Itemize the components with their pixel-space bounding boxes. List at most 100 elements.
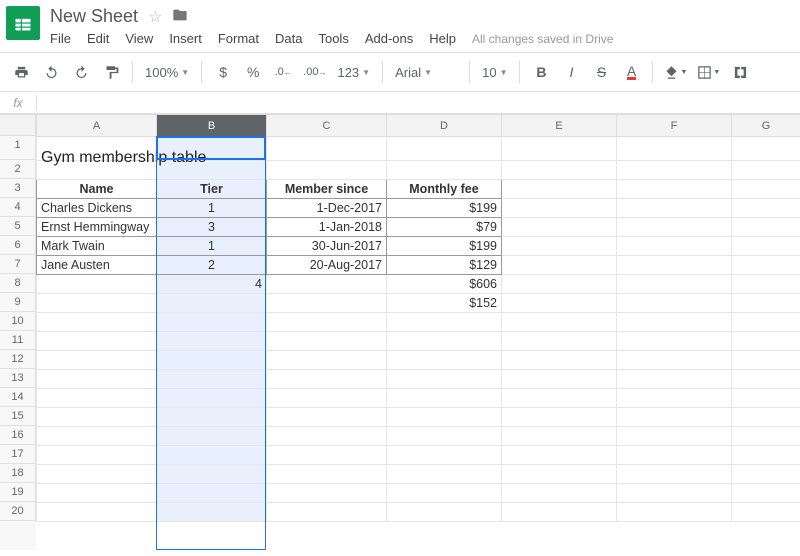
cell[interactable]	[157, 332, 267, 351]
cell[interactable]	[267, 332, 387, 351]
cell[interactable]	[267, 446, 387, 465]
cell[interactable]: $129	[387, 256, 502, 275]
cell[interactable]	[387, 332, 502, 351]
cell[interactable]: Charles Dickens	[37, 199, 157, 218]
row-header[interactable]: 3	[0, 179, 36, 198]
cell[interactable]	[502, 161, 617, 180]
row-header[interactable]: 15	[0, 407, 36, 426]
menu-insert[interactable]: Insert	[169, 31, 202, 46]
cell[interactable]	[502, 275, 617, 294]
print-icon[interactable]	[8, 58, 34, 86]
cell[interactable]	[387, 427, 502, 446]
cell[interactable]	[37, 389, 157, 408]
cell[interactable]	[732, 332, 800, 351]
cell[interactable]	[387, 503, 502, 522]
fill-color-button[interactable]: ▼	[661, 58, 690, 86]
row-header[interactable]: 16	[0, 426, 36, 445]
cell[interactable]: Mark Twain	[37, 237, 157, 256]
cell[interactable]	[732, 313, 800, 332]
row-header[interactable]: 19	[0, 483, 36, 502]
merge-button[interactable]	[727, 58, 753, 86]
fontsize-dropdown[interactable]: 10▼	[478, 65, 511, 80]
cell[interactable]	[617, 199, 732, 218]
cell[interactable]	[732, 161, 800, 180]
percent-button[interactable]: %	[240, 58, 266, 86]
cell[interactable]	[617, 446, 732, 465]
cell[interactable]: 2	[157, 256, 267, 275]
row-header[interactable]: 1	[0, 136, 36, 160]
cell[interactable]	[157, 484, 267, 503]
cell[interactable]	[502, 408, 617, 427]
cell[interactable]	[387, 351, 502, 370]
paint-format-icon[interactable]	[98, 58, 124, 86]
cell[interactable]	[732, 275, 800, 294]
cell[interactable]: Name	[37, 180, 157, 199]
col-header-e[interactable]: E	[502, 115, 617, 137]
menu-format[interactable]: Format	[218, 31, 259, 46]
row-header[interactable]: 18	[0, 464, 36, 483]
cell[interactable]	[37, 275, 157, 294]
cell[interactable]: Gym membership table	[37, 137, 157, 161]
col-header-g[interactable]: G	[732, 115, 800, 137]
cell[interactable]: $199	[387, 199, 502, 218]
cell[interactable]	[617, 180, 732, 199]
cell-grid[interactable]: A B C D E F G Gym membership table Name …	[36, 114, 800, 550]
cell[interactable]	[502, 484, 617, 503]
cell[interactable]	[732, 484, 800, 503]
cell[interactable]	[387, 446, 502, 465]
cell[interactable]	[37, 484, 157, 503]
cell[interactable]: $79	[387, 218, 502, 237]
cell[interactable]	[617, 294, 732, 313]
cell[interactable]	[502, 389, 617, 408]
cell[interactable]	[37, 294, 157, 313]
col-header-d[interactable]: D	[387, 115, 502, 137]
cell[interactable]	[267, 408, 387, 427]
cell[interactable]	[732, 370, 800, 389]
cell[interactable]	[157, 427, 267, 446]
cell[interactable]: 1	[157, 199, 267, 218]
row-header[interactable]: 6	[0, 236, 36, 255]
strike-button[interactable]: S	[588, 58, 614, 86]
font-dropdown[interactable]: Arial▼	[391, 65, 461, 80]
cell[interactable]: Monthly fee	[387, 180, 502, 199]
row-header[interactable]: 2	[0, 160, 36, 179]
cell[interactable]	[387, 408, 502, 427]
cell[interactable]	[502, 370, 617, 389]
col-header-b[interactable]: B	[157, 115, 267, 137]
cell[interactable]	[732, 465, 800, 484]
currency-button[interactable]: $	[210, 58, 236, 86]
row-header[interactable]: 14	[0, 388, 36, 407]
menu-file[interactable]: File	[50, 31, 71, 46]
cell[interactable]	[502, 427, 617, 446]
cell[interactable]	[732, 137, 800, 161]
row-header[interactable]: 13	[0, 369, 36, 388]
cell[interactable]	[387, 161, 502, 180]
cell[interactable]	[267, 503, 387, 522]
cell[interactable]: $199	[387, 237, 502, 256]
cell[interactable]	[732, 218, 800, 237]
cell[interactable]	[732, 199, 800, 218]
cell[interactable]	[37, 370, 157, 389]
cell[interactable]	[157, 446, 267, 465]
cell[interactable]: $152	[387, 294, 502, 313]
cell[interactable]	[37, 446, 157, 465]
cell[interactable]	[732, 180, 800, 199]
cell[interactable]	[732, 237, 800, 256]
cell[interactable]	[502, 180, 617, 199]
cell[interactable]	[37, 408, 157, 427]
cell[interactable]	[617, 218, 732, 237]
cell[interactable]	[387, 370, 502, 389]
menu-view[interactable]: View	[125, 31, 153, 46]
cell[interactable]	[502, 503, 617, 522]
cell[interactable]	[37, 351, 157, 370]
row-header[interactable]: 5	[0, 217, 36, 236]
cell[interactable]	[502, 446, 617, 465]
row-header[interactable]: 12	[0, 350, 36, 369]
cell[interactable]	[617, 389, 732, 408]
row-header[interactable]: 20	[0, 502, 36, 521]
row-header[interactable]: 8	[0, 274, 36, 293]
cell[interactable]	[502, 199, 617, 218]
cell[interactable]	[617, 370, 732, 389]
cell[interactable]	[37, 332, 157, 351]
cell[interactable]	[157, 370, 267, 389]
